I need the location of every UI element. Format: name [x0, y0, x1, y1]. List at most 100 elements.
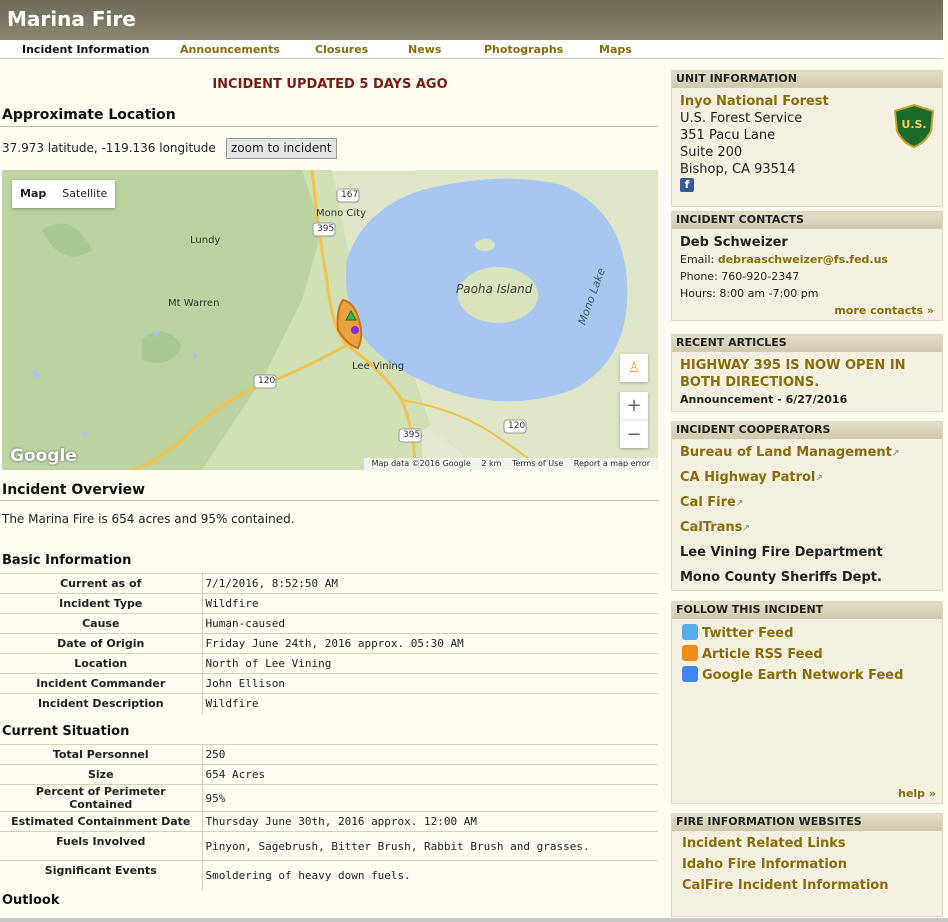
taskbar: [0, 918, 948, 922]
row-label: Fuels Involved: [0, 831, 203, 861]
article-headline-link[interactable]: HIGHWAY 395 IS NOW OPEN IN BOTH DIRECTIO…: [680, 357, 930, 391]
row-label: Location: [0, 653, 203, 674]
map-footer: Map data ©2016 Google 2 km Terms of Use …: [363, 458, 658, 470]
articles-title: RECENT ARTICLES: [672, 335, 942, 352]
row-label: Estimated Containment Date: [0, 811, 203, 832]
help-link[interactable]: help »: [898, 787, 936, 800]
fire-websites-box: FIRE INFORMATION WEBSITES Incident Relat…: [671, 813, 943, 917]
shield-120-east: 120: [508, 421, 526, 431]
report-error-link[interactable]: Report a map error: [574, 459, 650, 468]
website-link-calfire[interactable]: CalFire Incident Information: [682, 878, 889, 893]
forest-service-badge-icon: U.S.: [891, 103, 937, 149]
map-type-control: Map Satellite: [12, 180, 116, 208]
shield-120: 120: [258, 376, 276, 386]
follow-title: FOLLOW THIS INCIDENT: [672, 602, 942, 619]
row-value: Wildfire: [202, 593, 658, 614]
row-value: Friday June 24th, 2016 approx. 05:30 AM: [202, 633, 658, 654]
table-row: Cause Human-caused: [0, 613, 658, 634]
row-label: Incident Description: [0, 693, 203, 714]
more-contacts-link[interactable]: more contacts »: [834, 304, 934, 317]
unit-address-line: Suite 200: [680, 145, 743, 160]
table-row: Current as of 7/1/2016, 8:52:50 AM: [0, 573, 658, 594]
zoom-to-incident-button[interactable]: zoom to incident: [226, 138, 337, 159]
shield-395-south: 395: [403, 430, 421, 440]
unit-information-box: UNIT INFORMATION Inyo National Forest U.…: [671, 70, 943, 207]
page-header: Marina Fire: [0, 0, 943, 40]
shield-167: 167: [341, 190, 359, 200]
twitter-feed-link[interactable]: Twitter Feed: [702, 626, 793, 641]
article-meta: Announcement - 6/27/2016: [680, 393, 848, 406]
row-value: North of Lee Vining: [202, 653, 658, 674]
external-link-icon: ↗: [815, 474, 823, 484]
overview-text: The Marina Fire is 654 acres and 95% con…: [2, 512, 295, 526]
contact-phone: Phone: 760-920-2347: [680, 270, 800, 283]
pegman-icon[interactable]: ♙: [620, 354, 648, 382]
tab-incident-information[interactable]: Incident Information: [22, 43, 149, 56]
table-row: Incident Description Wildfire: [0, 693, 658, 714]
tab-closures[interactable]: Closures: [315, 43, 368, 56]
website-link-idaho[interactable]: Idaho Fire Information: [682, 857, 847, 872]
row-value: 95%: [202, 784, 658, 812]
table-row: Percent of Perimeter Contained 95%: [0, 784, 658, 812]
row-value: 250: [202, 744, 658, 765]
external-link-icon: ↗: [891, 449, 900, 459]
main-content: INCIDENT UPDATED 5 DAYS AGO Approximate …: [0, 60, 662, 922]
cooperator-link-calfire[interactable]: Cal Fire: [680, 495, 736, 510]
contact-email-link[interactable]: debraaschweizer@fs.fed.us: [718, 253, 888, 266]
map-data-credit: Map data ©2016 Google: [371, 459, 471, 468]
tab-photographs[interactable]: Photographs: [484, 43, 563, 56]
contact-name: Deb Schweizer: [680, 235, 788, 250]
row-label: Size: [0, 764, 203, 785]
page-title: Marina Fire: [7, 7, 136, 31]
zoom-in-button[interactable]: +: [620, 392, 648, 420]
row-label: Incident Commander: [0, 673, 203, 694]
website-link-incident-related[interactable]: Incident Related Links: [682, 836, 846, 851]
forest-name-link[interactable]: Inyo National Forest: [680, 93, 829, 110]
facebook-icon[interactable]: f: [680, 178, 694, 192]
rss-feed-link[interactable]: Article RSS Feed: [702, 647, 823, 662]
tab-announcements[interactable]: Announcements: [180, 43, 280, 56]
row-label: Date of Origin: [0, 633, 203, 654]
tab-bar: Incident Information Announcements Closu…: [0, 41, 943, 59]
map-type-map-button[interactable]: Map: [12, 180, 54, 208]
incident-map[interactable]: 167 395 120 395 120 Mono City Lundy Mt W…: [2, 170, 658, 470]
update-notice: INCIDENT UPDATED 5 DAYS AGO: [212, 77, 448, 92]
row-value: 654 Acres: [202, 764, 658, 785]
row-value: John Ellison: [202, 673, 658, 694]
terms-link[interactable]: Terms of Use: [512, 459, 563, 468]
map-type-satellite-button[interactable]: Satellite: [54, 180, 115, 208]
table-row: Estimated Containment Date Thursday June …: [0, 811, 658, 832]
label-lundy: Lundy: [190, 235, 221, 246]
table-row: Date of Origin Friday June 24th, 2016 app…: [0, 633, 658, 654]
google-earth-feed-link[interactable]: Google Earth Network Feed: [702, 668, 903, 683]
badge-lettering: U.S.: [901, 118, 927, 131]
row-label: Significant Events: [0, 860, 203, 890]
row-label: Incident Type: [0, 593, 203, 614]
basic-info-table: Current as of 7/1/2016, 8:52:50 AM Inciden…: [0, 573, 658, 714]
tab-maps[interactable]: Maps: [599, 43, 632, 56]
shield-395: 395: [317, 224, 335, 234]
table-row: Size 654 Acres: [0, 764, 658, 785]
basic-info-heading: Basic Information: [2, 553, 132, 568]
label-mt-warren: Mt Warren: [168, 298, 220, 309]
label-mono-city: Mono City: [316, 208, 366, 219]
map-scale: 2 km: [481, 459, 502, 468]
overview-heading: Incident Overview: [2, 482, 146, 498]
table-row: Incident Commander John Ellison: [0, 673, 658, 694]
contacts-title: INCIDENT CONTACTS: [672, 212, 942, 229]
cooperator-link-caltrans[interactable]: CalTrans: [680, 520, 742, 535]
contact-hours: Hours: 8:00 am -7:00 pm: [680, 287, 819, 300]
current-situation-table: Total Personnel 250 Size 654 Acres Percent o…: [0, 744, 658, 890]
row-value: Pinyon, Sagebrush, Bitter Brush, Rabbit …: [202, 831, 658, 861]
row-label: Cause: [0, 613, 203, 634]
label-paoha-island: Paoha Island: [456, 282, 533, 296]
row-label: Current as of: [0, 573, 203, 594]
cooperator-link-blm[interactable]: Bureau of Land Management: [680, 445, 892, 460]
row-label: Percent of Perimeter Contained: [0, 784, 203, 812]
cooperator-link-chp[interactable]: CA Highway Patrol: [680, 470, 815, 485]
unit-address-line: U.S. Forest Service: [680, 111, 803, 126]
coordinates-text: 37.973 latitude, -119.136 longitude: [2, 141, 216, 155]
tab-news[interactable]: News: [408, 43, 441, 56]
zoom-out-button[interactable]: −: [620, 420, 648, 448]
current-situation-heading: Current Situation: [2, 724, 130, 739]
